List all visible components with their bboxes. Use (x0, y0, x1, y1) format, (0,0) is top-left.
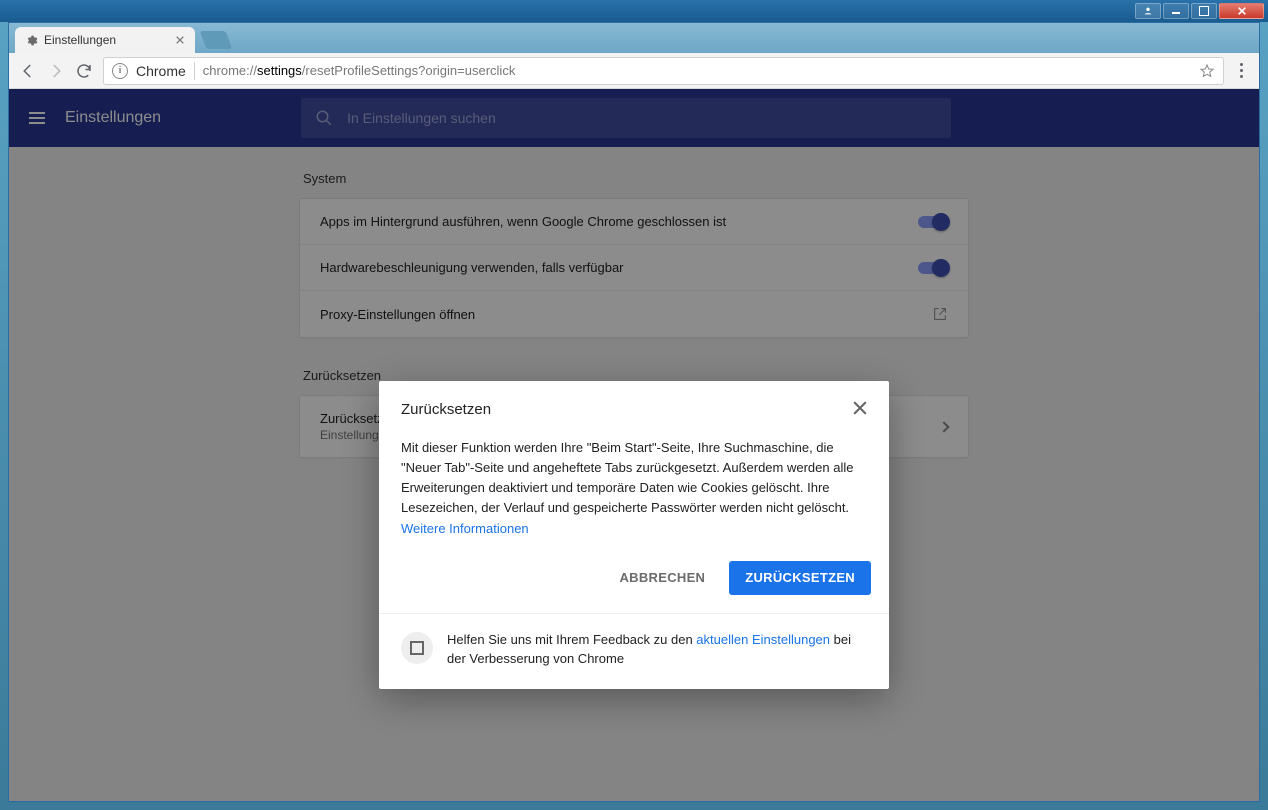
minimize-button[interactable] (1163, 3, 1189, 19)
browser-window: Einstellungen i Chrome chrome://settings… (8, 22, 1260, 802)
feedback-text: Helfen Sie uns mit Ihrem Feedback zu den… (447, 630, 867, 669)
forward-button (47, 62, 65, 80)
maximize-button[interactable] (1191, 3, 1217, 19)
url-text: chrome://settings/resetProfileSettings?o… (203, 63, 1191, 78)
current-settings-link[interactable]: aktuellen Einstellungen (696, 632, 830, 647)
reload-button[interactable] (75, 62, 93, 80)
feedback-checkbox[interactable] (401, 632, 433, 664)
dialog-close-button[interactable] (853, 401, 867, 418)
close-icon (853, 401, 867, 415)
dialog-title: Zurücksetzen (401, 401, 491, 418)
gear-icon (25, 34, 38, 47)
address-bar[interactable]: i Chrome chrome://settings/resetProfileS… (103, 57, 1224, 85)
bookmark-star-icon[interactable] (1199, 63, 1215, 79)
browser-menu-button[interactable] (1234, 59, 1249, 82)
url-scheme-label: Chrome (136, 63, 186, 79)
new-tab-button[interactable] (200, 31, 233, 49)
browser-toolbar: i Chrome chrome://settings/resetProfileS… (9, 53, 1259, 89)
dialog-body-text: Mit dieser Funktion werden Ihre "Beim St… (401, 440, 853, 515)
tab-close-icon[interactable] (175, 35, 185, 45)
tab-title: Einstellungen (44, 33, 116, 47)
page: Einstellungen System Apps im Hintergrund… (9, 89, 1259, 801)
browser-tab[interactable]: Einstellungen (15, 27, 195, 53)
cancel-button[interactable]: ABBRECHEN (603, 561, 721, 595)
confirm-reset-button[interactable]: ZURÜCKSETZEN (729, 561, 871, 595)
site-info-icon[interactable]: i (112, 63, 128, 79)
window-titlebar (0, 0, 1268, 22)
reset-dialog: Zurücksetzen Mit dieser Funktion werden … (379, 381, 889, 689)
more-info-link[interactable]: Weitere Informationen (401, 521, 529, 536)
back-button[interactable] (19, 62, 37, 80)
user-button[interactable] (1135, 3, 1161, 19)
tab-strip: Einstellungen (9, 23, 1259, 53)
window-close-button[interactable] (1219, 3, 1264, 19)
